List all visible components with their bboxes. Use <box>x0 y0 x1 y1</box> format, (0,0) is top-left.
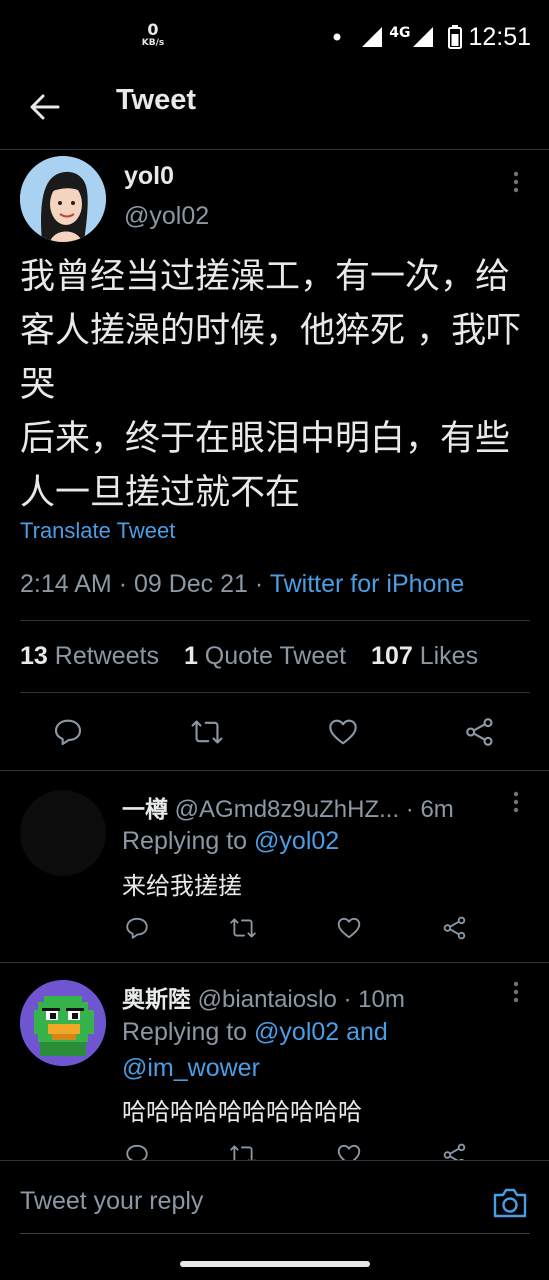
page-title: Tweet <box>116 84 197 116</box>
retweet-icon[interactable] <box>190 716 224 748</box>
reply-text: 来给我搓搓 <box>122 872 242 900</box>
likes-label: Likes <box>419 642 479 670</box>
tweet-time: 2:14 AM <box>20 570 112 598</box>
replying-mention[interactable]: @yol02 <box>254 827 339 855</box>
reply-author-name[interactable]: 一樽 <box>122 797 168 823</box>
likes-stat[interactable]: 107 Likes <box>371 642 478 670</box>
clock: 12:51 <box>468 22 531 51</box>
quotes-stat[interactable]: 1 Quote Tweet <box>184 642 346 670</box>
more-vertical-icon[interactable] <box>509 790 523 816</box>
reply-avatar[interactable] <box>20 790 106 876</box>
translate-tweet-link[interactable]: Translate Tweet <box>20 518 175 544</box>
like-icon[interactable] <box>336 915 362 941</box>
retweets-label: Retweets <box>54 642 159 670</box>
duck-avatar-illustration <box>20 980 106 1066</box>
author-avatar[interactable] <box>20 156 106 242</box>
signal-icon-2 <box>413 27 434 47</box>
replying-mention-2[interactable]: @im_wower <box>122 1054 260 1082</box>
reply-author-name[interactable]: 奥斯陸 <box>122 987 191 1013</box>
home-indicator[interactable] <box>180 1261 370 1267</box>
reply-input[interactable]: Tweet your reply <box>20 1187 203 1216</box>
author-name[interactable]: yol0 <box>124 162 174 191</box>
top-app-bar: Tweet <box>0 70 549 150</box>
divider <box>20 620 530 621</box>
dot-icon <box>333 33 341 41</box>
tweet-meta: 2:14 AM · 09 Dec 21 · Twitter for iPhone <box>20 570 464 599</box>
reply-author-handle[interactable]: @biantaioslo <box>198 986 337 1013</box>
divider <box>0 962 549 963</box>
more-vertical-icon[interactable] <box>509 980 523 1006</box>
retweets-stat[interactable]: 13 Retweets <box>20 642 159 670</box>
avatar-illustration <box>20 156 106 242</box>
meta-separator: · <box>254 570 270 598</box>
reply-compose-bar: Tweet your reply <box>0 1160 549 1280</box>
status-bar: 0 KB/s 4G 12:51 <box>0 0 549 70</box>
input-underline <box>20 1233 530 1234</box>
network-type: 4G <box>389 25 411 41</box>
reply-icon[interactable] <box>124 915 150 941</box>
reply-header: 一樽 @AGmd8z9uZhHZ... · 6m <box>122 790 454 824</box>
like-icon[interactable] <box>327 716 359 748</box>
tweet-source-link[interactable]: Twitter for iPhone <box>270 570 465 598</box>
reply-separator: · <box>343 986 359 1013</box>
reply-separator: · <box>405 796 421 823</box>
divider <box>20 692 530 693</box>
quotes-label: Quote Tweet <box>204 642 347 670</box>
replying-prefix: Replying to <box>122 827 248 855</box>
share-icon[interactable] <box>464 716 496 748</box>
more-vertical-icon[interactable] <box>509 170 523 196</box>
network-speed: 0 KB/s <box>138 22 168 48</box>
reply-avatar[interactable] <box>20 980 106 1066</box>
tweet-stats: 13 Retweets 1 Quote Tweet 107 Likes <box>20 642 478 671</box>
retweet-icon[interactable] <box>229 915 257 941</box>
reply-text: 哈哈哈哈哈哈哈哈哈哈 <box>122 1098 362 1126</box>
share-icon[interactable] <box>442 915 468 941</box>
meta-separator: · <box>118 570 134 598</box>
tweet-date: 09 Dec 21 <box>133 570 248 598</box>
reply-icon[interactable] <box>52 716 84 748</box>
author-handle[interactable]: @yol02 <box>124 202 209 231</box>
replying-prefix: Replying to <box>122 1018 248 1046</box>
status-icons: 4G 12:51 <box>333 22 531 52</box>
back-arrow-icon[interactable] <box>28 90 62 124</box>
reply-age: 10m <box>358 986 405 1013</box>
signal-icon <box>362 27 383 47</box>
network-speed-unit: KB/s <box>141 38 165 48</box>
replying-to: Replying to @yol02 and @im_wower <box>122 1014 522 1086</box>
tweet-text: 我曾经当过搓澡工，有一次，给客人搓澡的时候，他猝死 ，我吓哭 后来，终于在眼泪中… <box>20 257 522 513</box>
reply-author-handle[interactable]: @AGmd8z9uZhHZ... <box>175 796 399 823</box>
reply-age: 6m <box>420 796 454 823</box>
battery-icon <box>448 25 463 49</box>
camera-icon[interactable] <box>492 1187 528 1219</box>
likes-count: 107 <box>371 642 413 670</box>
network-speed-value: 0 <box>147 20 159 39</box>
divider <box>0 770 549 771</box>
retweets-count: 13 <box>20 642 48 670</box>
replying-to: Replying to @yol02 <box>122 823 339 859</box>
reply-header: 奥斯陸 @biantaioslo · 10m <box>122 980 405 1014</box>
replying-mention[interactable]: @yol02 and <box>254 1018 388 1046</box>
quotes-count: 1 <box>183 642 198 670</box>
